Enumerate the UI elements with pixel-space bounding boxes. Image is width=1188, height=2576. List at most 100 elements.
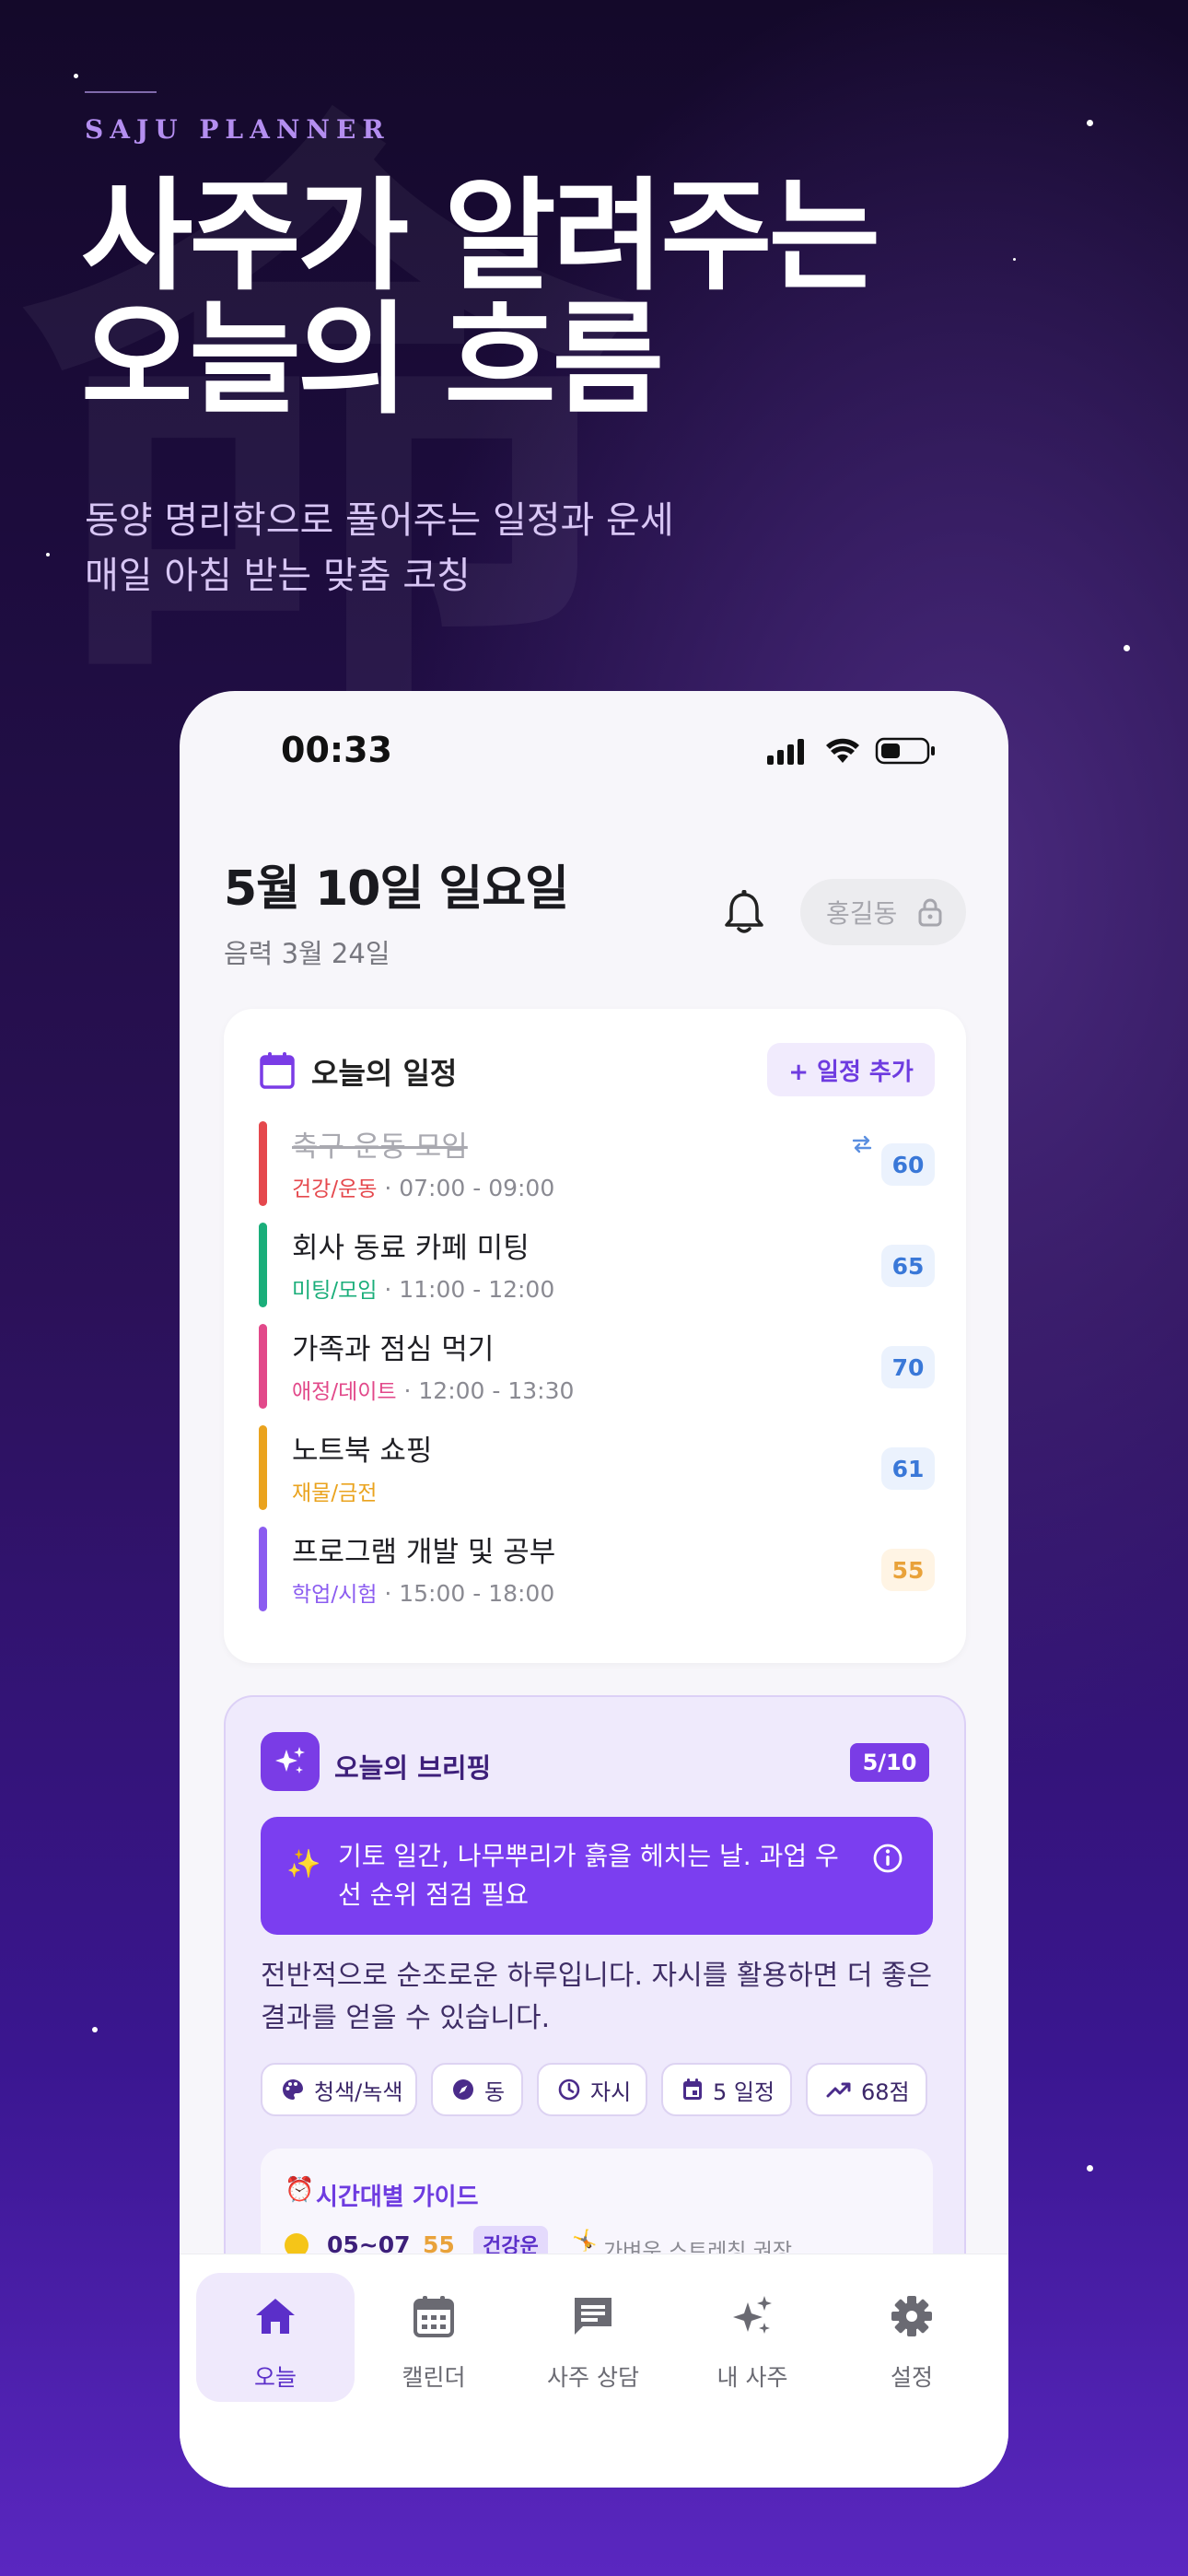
chip-label: 68점	[861, 2078, 910, 2105]
schedule-item-category: 애정/데이트	[292, 1380, 397, 1404]
briefing-description: 전반적으로 순조로운 하루입니다. 자시를 활용하면 더 좋은 결과를 얻을 수…	[261, 1960, 933, 2034]
tab-label: 사주 상담	[547, 2364, 639, 2391]
calendar-icon	[683, 2078, 702, 2100]
briefing-score-badge: 5/10	[850, 1743, 929, 1782]
gear-icon	[891, 2296, 932, 2336]
stretch-icon: 🤸	[572, 2230, 598, 2253]
schedule-item-title: 축구 운동 모임	[292, 1130, 468, 1164]
sparkles-icon: ✨	[286, 1848, 321, 1880]
chip-time[interactable]: 자시	[537, 2063, 647, 2116]
star-decoration	[1124, 645, 1130, 651]
category-color-bar	[259, 1324, 267, 1409]
tab-consult[interactable]: 사주 상담	[514, 2273, 672, 2402]
swap-icon[interactable]	[850, 1134, 874, 1154]
info-icon[interactable]	[872, 1843, 903, 1874]
category-color-bar	[259, 1425, 267, 1510]
compass-icon	[453, 2079, 473, 2100]
palette-icon	[283, 2079, 303, 2100]
schedule-item-category: 재물/금전	[292, 1481, 378, 1505]
schedule-item-score: 55	[881, 1549, 935, 1591]
schedule-item[interactable]: 노트북 쇼핑재물/금전 61	[259, 1425, 935, 1510]
schedule-title: 오늘의 일정	[311, 1056, 458, 1091]
bottom-tab-bar: 오늘 캘린더 사주 상담 내 사주 설정	[180, 2254, 1008, 2488]
schedule-item-title: 가족과 점심 먹기	[292, 1333, 495, 1366]
alarm-clock-icon: ⏰	[285, 2176, 315, 2204]
tab-label: 설정	[890, 2364, 933, 2391]
tab-settings[interactable]: 설정	[833, 2273, 991, 2402]
promo-headline: 사주가 알려주는 오늘의 흐름	[81, 175, 1094, 422]
star-decoration	[1087, 120, 1093, 126]
calendar-icon	[413, 2296, 454, 2337]
user-pill[interactable]: 홍길동	[800, 879, 966, 945]
schedule-item[interactable]: 가족과 점심 먹기애정/데이트 · 12:00 - 13:30 70	[259, 1324, 935, 1409]
status-time: 00:33	[281, 730, 392, 770]
status-icons	[767, 737, 935, 765]
schedule-item-meta: 재물/금전	[292, 1475, 377, 1506]
battery-icon	[875, 737, 935, 765]
schedule-item[interactable]: 회사 동료 카페 미팅미팅/모임 · 11:00 - 12:00 65	[259, 1223, 935, 1307]
lock-icon	[918, 898, 942, 927]
promo-subline: 동양 명리학으로 풀어주는 일정과 운세 매일 아침 받는 맞춤 코칭	[85, 493, 674, 603]
tab-label: 내 사주	[716, 2364, 788, 2391]
headline-line-1: 사주가 알려주는	[81, 166, 880, 308]
clock-icon	[558, 2078, 580, 2101]
signal-icon	[767, 739, 804, 765]
chip-schedule-count[interactable]: 5 일정	[661, 2063, 792, 2116]
trend-icon	[826, 2082, 851, 2098]
sparkle-icon	[733, 2296, 772, 2334]
chip-label: 5 일정	[713, 2078, 775, 2105]
sparkle-icon	[261, 1732, 320, 1791]
schedule-item-category: 학업/시험	[292, 1583, 378, 1607]
schedule-item-meta: 애정/데이트 · 12:00 - 13:30	[292, 1374, 574, 1405]
chip-color[interactable]: 청색/녹색	[261, 2063, 417, 2116]
headline-line-2: 오늘의 흐름	[81, 289, 664, 431]
schedule-item-time: · 15:00 - 18:00	[377, 1580, 555, 1607]
category-color-bar	[259, 1121, 267, 1206]
schedule-item[interactable]: 축구 운동 모임 건강/운동 · 07:00 - 09:00 60	[259, 1121, 935, 1206]
schedule-item-meta: 학업/시험 · 15:00 - 18:00	[292, 1576, 554, 1608]
chip-label: 자시	[590, 2078, 632, 2105]
schedule-item-score: 60	[881, 1143, 935, 1186]
category-color-bar	[259, 1527, 267, 1611]
briefing-title: 오늘의 브리핑	[334, 1752, 492, 1784]
schedule-item-time: · 11:00 - 12:00	[377, 1276, 555, 1303]
date-title: 5월 10일 일요일	[224, 861, 569, 917]
star-decoration	[1087, 2165, 1093, 2172]
schedule-item-title: 노트북 쇼핑	[292, 1434, 433, 1468]
schedule-item[interactable]: 프로그램 개발 및 공부 학업/시험 · 15:00 - 18:00 55	[259, 1527, 935, 1611]
schedule-item-score: 61	[881, 1447, 935, 1490]
calendar-icon	[260, 1052, 295, 1089]
guide-title: 시간대별 가이드	[316, 2184, 479, 2211]
subline-1: 동양 명리학으로 풀어주는 일정과 운세	[85, 499, 674, 542]
chat-icon	[575, 2298, 611, 2335]
user-name: 홍길동	[826, 898, 898, 929]
briefing-banner[interactable]: ✨ 기토 일간, 나무뿌리가 흙을 헤치는 날. 과업 우선 순위 점검 필요	[261, 1817, 933, 1935]
chip-direction[interactable]: 동	[431, 2063, 523, 2116]
chip-label: 동	[484, 2078, 506, 2105]
star-decoration	[92, 2027, 98, 2032]
tab-calendar[interactable]: 캘린더	[355, 2273, 513, 2402]
chip-label: 청색/녹색	[314, 2078, 403, 2105]
decorative-line	[85, 91, 157, 93]
bell-icon[interactable]	[723, 889, 765, 935]
subline-2: 매일 아침 받는 맞춤 코칭	[85, 555, 471, 597]
schedule-item-score: 65	[881, 1245, 935, 1287]
schedule-item-time: · 07:00 - 09:00	[377, 1175, 555, 1201]
tab-today[interactable]: 오늘	[196, 2273, 355, 2402]
brand-label: SAJU PLANNER	[85, 114, 390, 145]
lunar-date: 음력 3월 24일	[224, 938, 390, 969]
briefing-banner-text: 기토 일간, 나무뿌리가 흙을 헤치는 날. 과업 우선 순위 점검 필요	[338, 1841, 839, 1910]
schedule-item-time: · 12:00 - 13:30	[396, 1377, 575, 1404]
schedule-item-title: 회사 동료 카페 미팅	[292, 1232, 530, 1265]
wifi-icon	[826, 738, 859, 763]
chip-score[interactable]: 68점	[806, 2063, 927, 2116]
schedule-item-meta: 미팅/모임 · 11:00 - 12:00	[292, 1272, 554, 1304]
schedule-item-score: 70	[881, 1346, 935, 1388]
phone-screen: 00:33 5월 10일 일요일 음력 3월 24일 홍길동 오늘의 일정 + …	[180, 691, 1008, 2488]
tab-label: 캘린더	[402, 2364, 466, 2391]
category-color-bar	[259, 1223, 267, 1307]
tab-my-saju[interactable]: 내 사주	[673, 2273, 832, 2402]
add-schedule-button[interactable]: + 일정 추가	[767, 1043, 935, 1096]
home-icon	[256, 2299, 295, 2334]
schedule-card: 오늘의 일정 + 일정 추가 축구 운동 모임 건강/운동 · 07:00 - 0…	[224, 1009, 966, 1663]
